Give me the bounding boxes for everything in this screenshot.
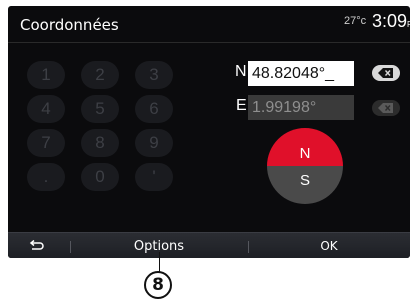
callout-number: 8 xyxy=(144,271,172,299)
clock: 3:09PM xyxy=(372,11,410,32)
keypad-key-8[interactable]: 8 xyxy=(81,129,119,157)
temperature-readout: 27°c xyxy=(344,15,367,27)
hemisphere-selector: N S xyxy=(267,128,343,204)
keypad-key-apostrophe[interactable]: ' xyxy=(135,163,173,191)
keypad-key-3[interactable]: 3 xyxy=(135,61,173,89)
clear-north-button[interactable] xyxy=(372,65,400,81)
keypad-key-2[interactable]: 2 xyxy=(81,61,119,89)
header-divider xyxy=(8,42,410,43)
bottom-action-bar: Options OK xyxy=(8,232,410,258)
keypad-key-5[interactable]: 5 xyxy=(81,95,119,123)
clear-east-button[interactable] xyxy=(372,100,400,116)
keypad-key-7[interactable]: 7 xyxy=(27,129,65,157)
page-title: Coordonnées xyxy=(20,16,119,34)
keypad-key-6[interactable]: 6 xyxy=(135,95,173,123)
backspace-icon xyxy=(378,68,393,78)
east-label: E xyxy=(236,97,247,114)
display-screen: Coordonnées 27°c 3:09PM 1 2 3 4 5 6 7 8 … xyxy=(8,6,410,258)
north-coordinate-field[interactable]: 48.82048°_ xyxy=(248,61,354,86)
keypad-key-4[interactable]: 4 xyxy=(27,95,65,123)
keypad-key-0[interactable]: 0 xyxy=(81,163,119,191)
north-label: N xyxy=(235,63,247,80)
keypad-key-dot[interactable]: . xyxy=(27,163,65,191)
backspace-icon xyxy=(378,103,393,113)
back-arrow-icon xyxy=(29,240,44,250)
keypad-key-9[interactable]: 9 xyxy=(135,129,173,157)
east-coordinate-field[interactable]: 1.99198° xyxy=(248,95,354,120)
back-button[interactable] xyxy=(8,233,64,258)
south-hemisphere-button[interactable]: S xyxy=(267,166,343,204)
north-hemisphere-button[interactable]: N xyxy=(267,128,343,166)
clock-suffix: PM xyxy=(407,20,410,29)
clock-time: 3:09 xyxy=(372,11,408,31)
ok-button[interactable]: OK xyxy=(248,233,410,258)
callout-line xyxy=(159,252,160,272)
keypad-key-1[interactable]: 1 xyxy=(27,61,65,89)
